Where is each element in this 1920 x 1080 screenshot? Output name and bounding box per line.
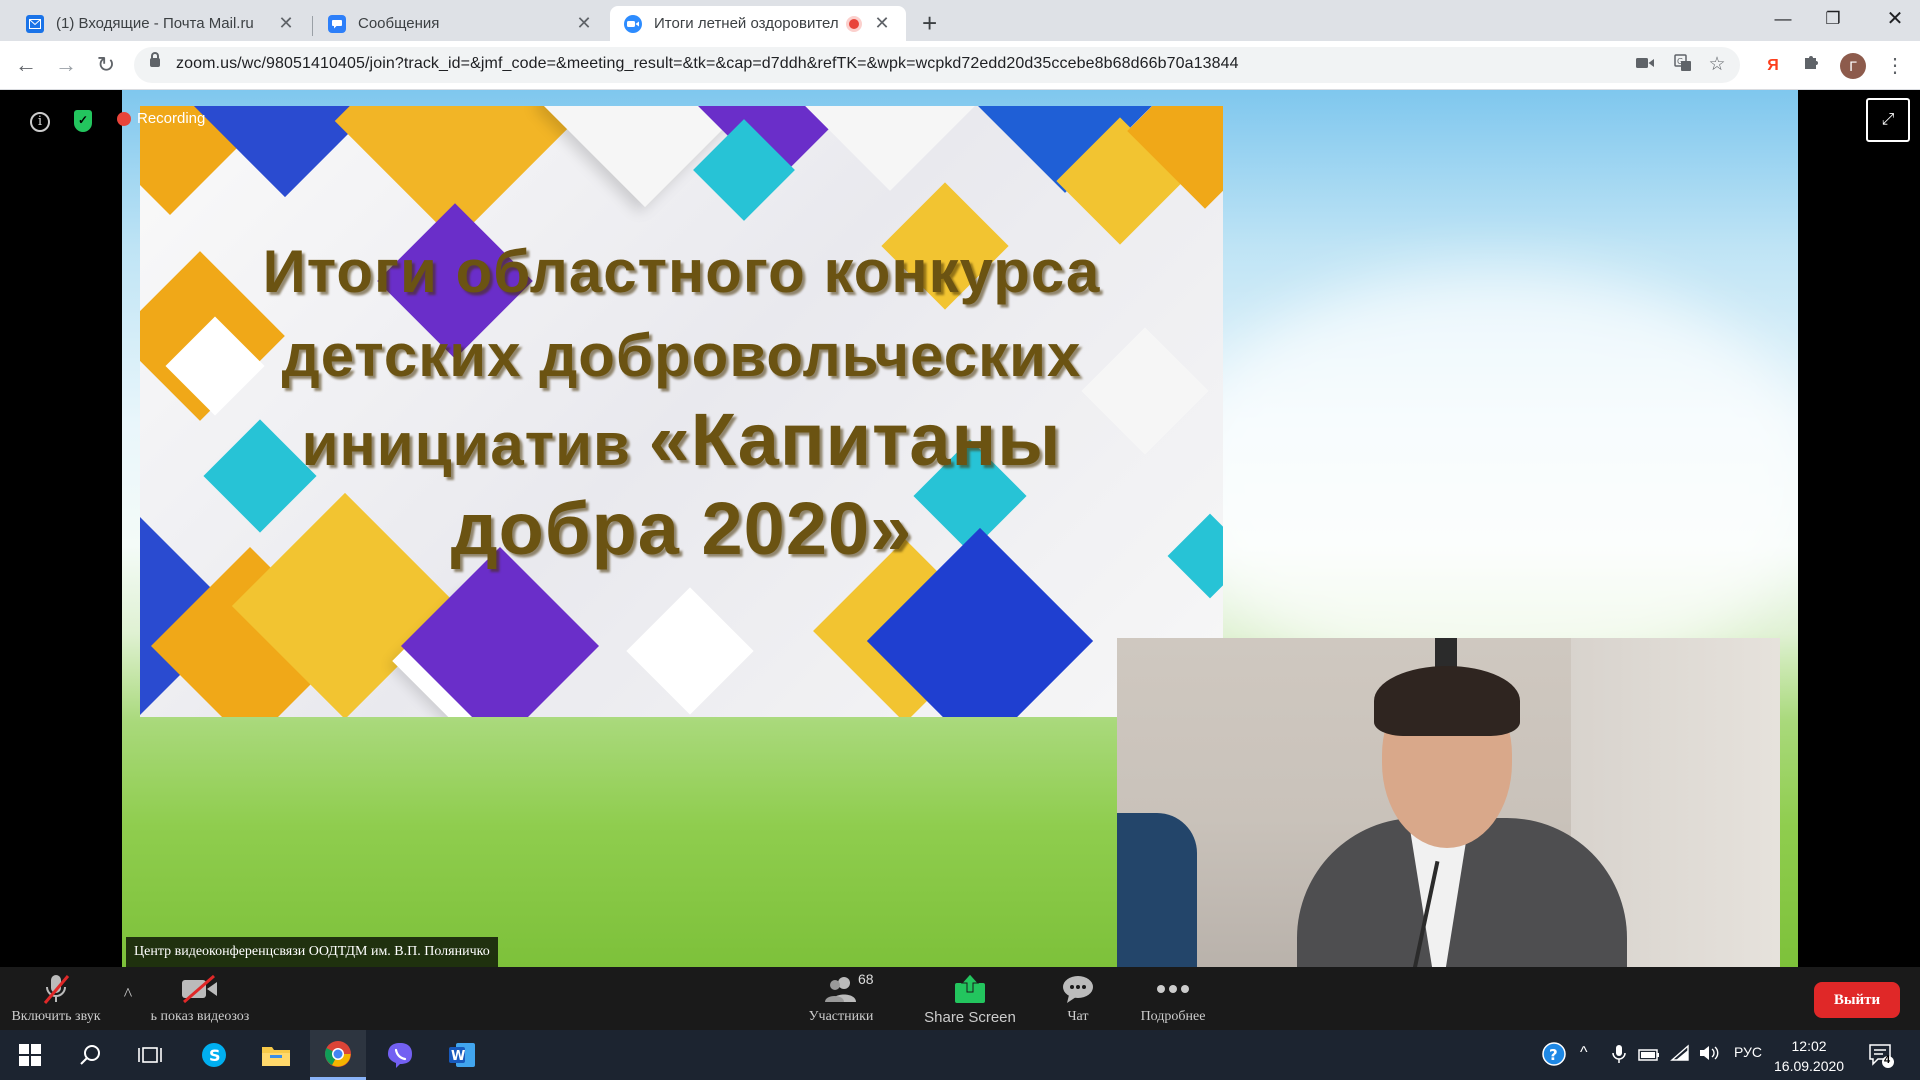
chat-label: Чат: [1067, 1009, 1089, 1024]
participants-button[interactable]: Участники 68: [800, 971, 882, 1025]
task-view-icon[interactable]: [122, 1030, 178, 1080]
viber-icon[interactable]: [372, 1030, 428, 1080]
battery-icon[interactable]: [1638, 1048, 1660, 1064]
slide-title-line: Итоги областного конкурса: [262, 238, 1101, 305]
share-screen-button[interactable]: Share Screen: [920, 971, 1020, 1026]
search-icon[interactable]: [62, 1030, 118, 1080]
slide-title-part: «Капитаны: [648, 398, 1062, 481]
volume-icon[interactable]: [1698, 1044, 1720, 1065]
participants-count: 68: [858, 971, 874, 987]
tab-title: (1) Входящие - Почта Mail.ru: [56, 15, 254, 32]
file-explorer-icon[interactable]: [248, 1030, 304, 1080]
forward-arrow-icon[interactable]: →: [52, 51, 80, 79]
more-label: Подробнее: [1140, 1009, 1206, 1024]
notifications-count: 4: [1884, 1054, 1891, 1066]
participant-name-label: Центр видеоконференцсвязи ООДТДМ им. В.П…: [126, 937, 498, 967]
tab-zoom-meeting[interactable]: Итоги летней оздоровител ✕: [610, 6, 906, 41]
system-clock[interactable]: 12:02 16.09.2020: [1774, 1036, 1844, 1076]
input-language[interactable]: РУС: [1734, 1044, 1762, 1060]
presentation-slide: Итоги областного конкурса детских добров…: [140, 106, 1223, 717]
new-tab-button[interactable]: +: [922, 8, 937, 39]
messages-icon: [328, 14, 346, 33]
address-bar[interactable]: zoom.us/wc/98051410405/join?track_id=&jm…: [134, 47, 1740, 83]
speaker-video[interactable]: [1117, 638, 1780, 967]
slide-title: Итоги областного конкурса детских добров…: [140, 230, 1223, 571]
profile-avatar[interactable]: Г: [1840, 53, 1866, 79]
tab-separator: [312, 16, 313, 36]
svg-text:W: W: [451, 1049, 465, 1064]
slide-title-line: добра 2020»: [450, 487, 913, 570]
mail-icon: [26, 14, 44, 33]
recording-indicator-icon: [846, 15, 862, 32]
svg-text:S: S: [209, 1046, 221, 1065]
svg-text:?: ?: [1549, 1046, 1558, 1064]
shared-screen-glow: [1172, 270, 1798, 690]
translate-icon[interactable]: G: [1672, 54, 1694, 76]
microphone-tray-icon[interactable]: [1612, 1044, 1626, 1067]
close-window-button[interactable]: ✕: [1872, 4, 1918, 34]
unmute-button[interactable]: Включить звук: [6, 971, 106, 1025]
wifi-icon[interactable]: [1670, 1044, 1690, 1065]
audio-options-chevron-icon[interactable]: ^: [118, 984, 138, 1005]
close-tab-icon[interactable]: ✕: [574, 13, 594, 34]
recording-status: Recording: [117, 110, 205, 127]
close-tab-icon[interactable]: ✕: [872, 13, 892, 34]
tab-messages[interactable]: Сообщения ✕: [314, 6, 608, 41]
chrome-taskbar-icon[interactable]: [310, 1030, 366, 1080]
recording-label: Recording: [137, 110, 206, 127]
restore-window-button[interactable]: ❐: [1810, 4, 1856, 34]
participants-label: Участники: [808, 1009, 874, 1024]
extensions-puzzle-icon[interactable]: [1798, 53, 1824, 79]
more-button[interactable]: Подробнее: [1130, 971, 1216, 1025]
back-arrow-icon[interactable]: ←: [12, 51, 40, 79]
word-icon[interactable]: W: [434, 1030, 490, 1080]
slide-title-line: детских добровольческих: [281, 322, 1082, 389]
recording-dot-icon: [117, 111, 131, 126]
share-screen-icon: [920, 971, 1020, 1007]
video-person: [1374, 666, 1520, 736]
browser-toolbar: ← → ↻ zoom.us/wc/98051410405/join?track_…: [0, 41, 1920, 90]
reload-icon[interactable]: ↻: [92, 51, 120, 79]
camera-icon[interactable]: [1634, 54, 1656, 76]
muted-microphone-icon: [6, 971, 106, 1007]
meeting-info-icon[interactable]: i: [30, 112, 50, 132]
encryption-shield-icon[interactable]: ✓: [74, 110, 92, 132]
skype-icon[interactable]: S: [186, 1030, 242, 1080]
tab-title: Сообщения: [358, 15, 440, 32]
video-person: [1117, 813, 1197, 967]
tab-title: Итоги летней оздоровител: [654, 15, 839, 32]
chrome-menu-icon[interactable]: ⋮: [1882, 53, 1908, 79]
start-video-button[interactable]: ь показ видеозоз: [140, 971, 260, 1025]
help-icon[interactable]: ?: [1542, 1042, 1568, 1071]
fullscreen-icon[interactable]: ⤢: [1866, 98, 1910, 142]
lock-icon: [150, 52, 160, 67]
minimize-window-button[interactable]: —: [1760, 4, 1806, 34]
zoom-icon: [624, 14, 642, 33]
leave-meeting-button[interactable]: Выйти: [1814, 982, 1900, 1018]
windows-start-icon[interactable]: [2, 1030, 58, 1080]
notifications-icon[interactable]: 4: [1868, 1042, 1894, 1071]
chat-bubble-icon: [1048, 971, 1108, 1007]
show-hidden-icons-chevron-icon[interactable]: ^: [1580, 1044, 1588, 1062]
chat-button[interactable]: Чат: [1048, 971, 1108, 1025]
unmute-label: Включить звук: [11, 1009, 101, 1024]
slide-decoration: [626, 587, 754, 715]
clock-time: 12:02: [1791, 1038, 1827, 1054]
start-video-label: ь показ видеозоз: [150, 1009, 250, 1024]
more-dots-icon: [1130, 971, 1216, 1007]
clock-date: 16.09.2020: [1774, 1058, 1845, 1074]
url-text[interactable]: zoom.us/wc/98051410405/join?track_id=&jm…: [176, 55, 1239, 73]
slide-decoration: [805, 106, 975, 191]
slide-title-line: инициатив «Капитаны: [140, 398, 1223, 487]
slide-title-part: инициатив: [301, 411, 649, 478]
video-off-icon: [140, 971, 260, 1007]
tab-mail[interactable]: (1) Входящие - Почта Mail.ru ✕: [12, 6, 310, 41]
svg-text:G: G: [1677, 57, 1683, 66]
close-tab-icon[interactable]: ✕: [276, 13, 296, 34]
bookmark-star-icon[interactable]: ☆: [1706, 54, 1728, 76]
yandex-extension-icon[interactable]: Я: [1760, 53, 1786, 79]
share-screen-label: Share Screen: [924, 1009, 1016, 1026]
